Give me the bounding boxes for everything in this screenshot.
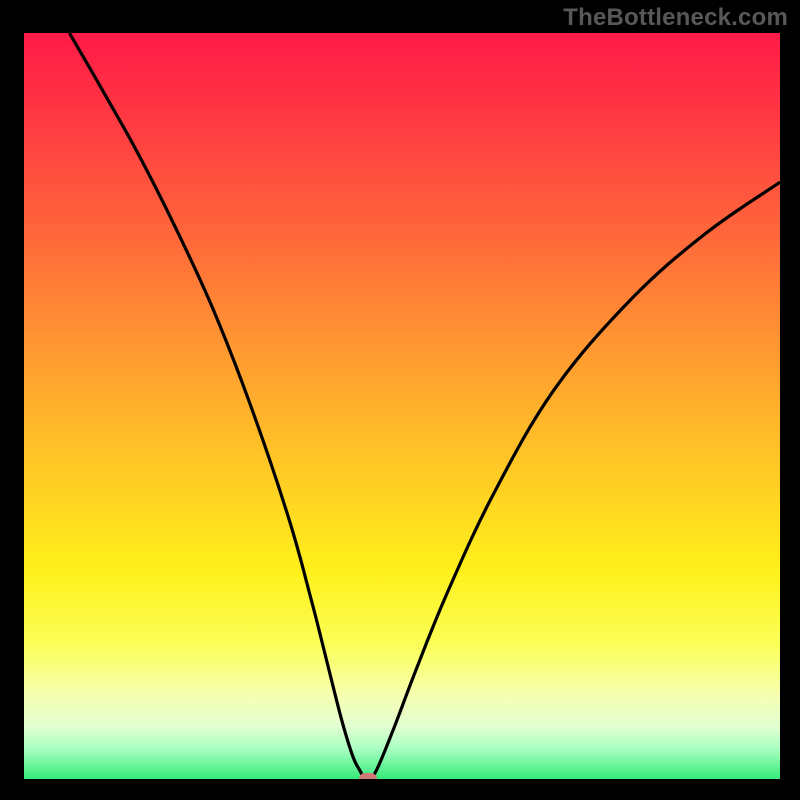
bottleneck-curve <box>24 33 780 779</box>
curve-left-branch <box>69 33 364 779</box>
optimum-marker <box>359 773 377 779</box>
curve-right-branch <box>372 182 780 779</box>
watermark-text: TheBottleneck.com <box>563 4 788 32</box>
chart-frame: TheBottleneck.com <box>0 0 800 800</box>
plot-area <box>24 33 780 779</box>
